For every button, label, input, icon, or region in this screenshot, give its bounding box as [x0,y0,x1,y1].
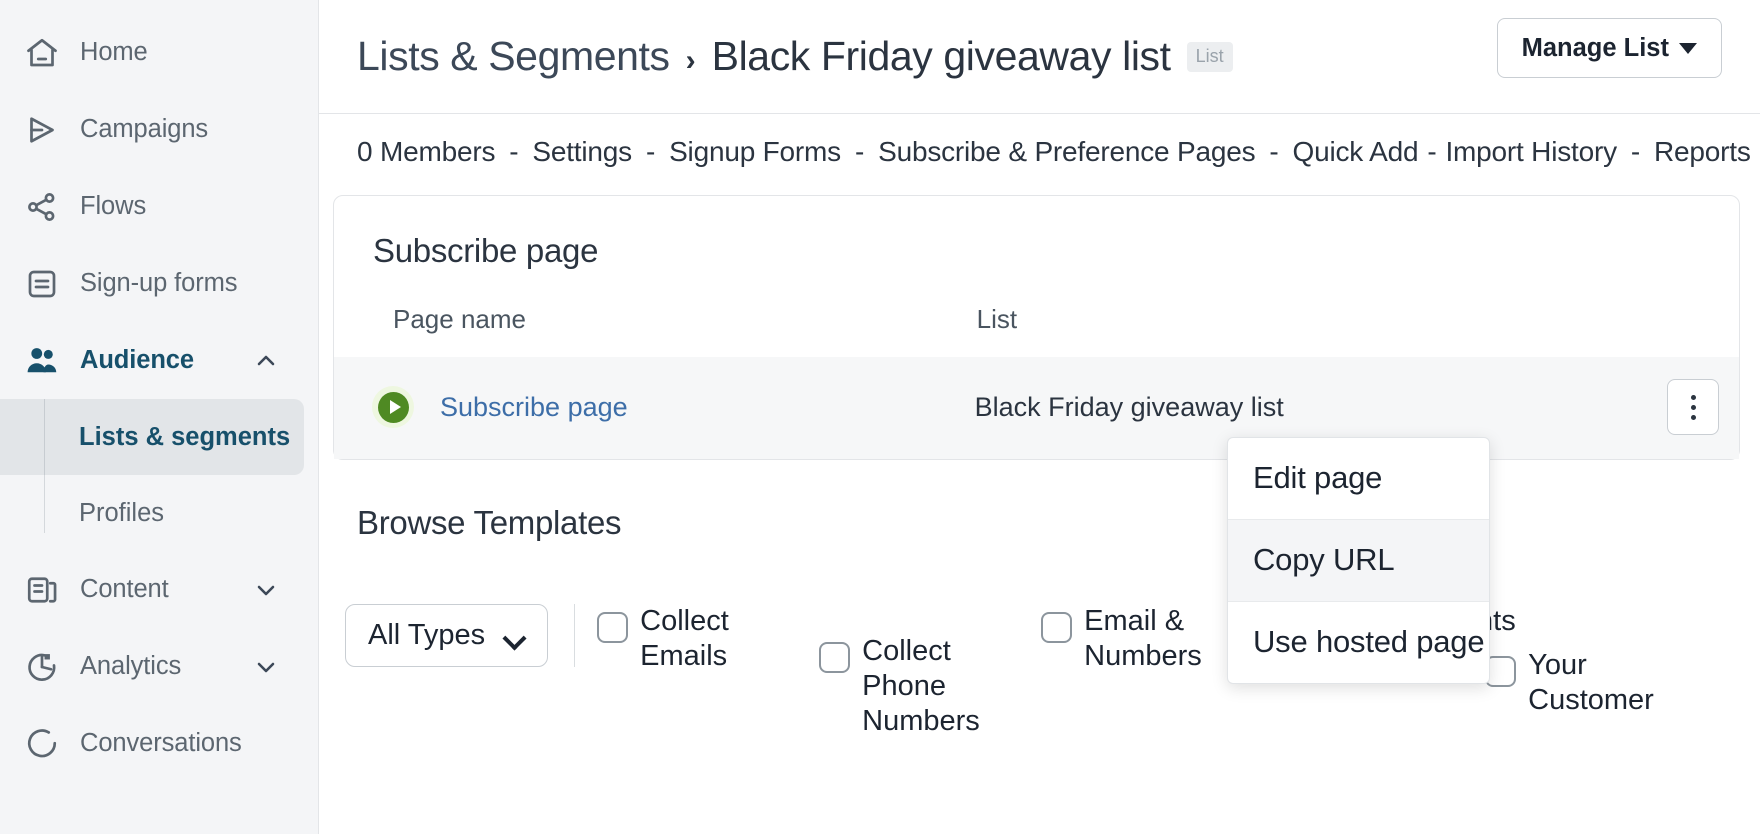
list-subnav: 0 Members - Settings - Signup Forms - Su… [319,114,1760,168]
sidebar-item-label: Content [80,575,169,603]
sidebar-item-label: Conversations [80,729,242,757]
subnav-separator: - [854,136,865,167]
sidebar-item-label: Audience [80,346,194,374]
chevron-down-icon [505,630,525,642]
checkbox-label: Collect Phone Numbers [862,635,980,737]
sidebar-item-profiles[interactable]: Profiles [0,475,318,551]
page-header: Lists & Segments › Black Friday giveaway… [319,0,1760,114]
sidebar-item-home[interactable]: Home [0,14,318,91]
tab-signup-forms[interactable]: Signup Forms [669,136,841,168]
audience-subnav: Lists & segments Profiles [0,399,318,551]
chevron-down-icon [1679,42,1697,54]
subscribe-pages-table: Page name List Subscribe page Black Frid… [334,304,1739,459]
tab-import-history[interactable]: Import History [1445,136,1617,168]
table-row: Subscribe page Black Friday giveaway lis… [334,357,1739,459]
sidebar-subitem-label: Profiles [79,498,165,527]
manage-list-label: Manage List [1521,33,1669,62]
checkbox-box[interactable] [819,642,851,673]
breadcrumb-root-link[interactable]: Lists & Segments [357,33,670,80]
column-header-list: List [976,304,1018,334]
page-name-link[interactable]: Subscribe page [440,392,628,423]
content-document-icon [22,570,62,610]
sidebar-item-analytics[interactable]: Analytics [0,628,318,705]
filter-divider [574,604,576,667]
sidebar-item-signup-forms[interactable]: Sign-up forms [0,245,318,322]
card-title: Subscribe page [373,232,599,269]
template-checkbox-group: Collect Emails Collect Phone Numbers Ema… [597,604,1707,738]
campaigns-send-icon [22,110,62,150]
status-active-play-icon [372,386,414,428]
checkbox-collect-emails[interactable]: Collect Emails [597,604,795,674]
subscribe-page-card: Subscribe page Page name List Subscribe … [333,195,1740,460]
tab-quick-add[interactable]: Quick Add [1293,136,1419,168]
conversations-chat-icon [22,724,62,764]
checkbox-box[interactable] [597,612,629,643]
subnav-separator: - [1630,136,1641,167]
tab-subscribe-preference-pages[interactable]: Subscribe & Preference Pages [878,136,1255,168]
menu-item-use-hosted-page[interactable]: Use hosted page [1228,602,1489,683]
signup-forms-icon [22,264,62,304]
column-header-actions [1649,304,1739,357]
main-content: Lists & Segments › Black Friday giveaway… [319,0,1760,834]
row-actions-context-menu: Edit page Copy URL Use hosted page [1227,437,1490,684]
subnav-separator: - [1427,136,1437,167]
sidebar-item-lists-segments[interactable]: Lists & segments [0,399,304,475]
subnav-separator: - [1269,136,1279,167]
table-body: Subscribe page Black Friday giveaway lis… [334,357,1739,459]
sidebar: Home Campaigns Flows Sign-up forms Audie… [0,0,319,834]
subnav-separator: - [645,136,656,167]
checkbox-label: Your Customer [1528,649,1654,716]
sidebar-item-content[interactable]: Content [0,551,318,628]
sidebar-item-audience[interactable]: Audience [0,322,318,399]
checkbox-label: Email & Numbers [1084,605,1202,672]
manage-list-button[interactable]: Manage List [1496,18,1722,78]
breadcrumb-separator-icon: › [685,44,696,77]
menu-item-copy-url[interactable]: Copy URL [1228,520,1489,601]
sidebar-item-label: Home [80,38,148,66]
home-icon [22,33,62,73]
chevron-down-icon[interactable] [254,655,278,679]
all-types-select[interactable]: All Types [345,604,549,667]
audience-people-icon [22,341,62,381]
breadcrumb: Lists & Segments › Black Friday giveaway… [357,33,1233,80]
table-header: Page name List [334,304,1739,357]
tab-members[interactable]: 0 Members [357,136,495,168]
checkbox-email-and-numbers[interactable]: Email & Numbers [1041,604,1239,674]
sidebar-item-label: Analytics [80,652,182,680]
all-types-label: All Types [368,619,486,651]
page-title: Black Friday giveaway list [711,33,1171,79]
chevron-down-icon[interactable] [254,578,278,602]
subnav-separator: - [509,136,519,167]
column-header-page-name: Page name [393,304,526,334]
status-badge: List [1186,42,1233,72]
cell-page-name: Subscribe page [334,357,975,459]
template-filters: All Types Collect Emails Collect Phone N… [319,542,1760,738]
sidebar-item-label: Flows [80,192,147,220]
analytics-pie-icon [22,647,62,687]
sidebar-item-campaigns[interactable]: Campaigns [0,91,318,168]
menu-item-edit-page[interactable]: Edit page [1228,438,1489,519]
app-root: Home Campaigns Flows Sign-up forms Audie… [0,0,1760,834]
browse-templates-title: Browse Templates [357,504,622,541]
subnav-rail-active [44,399,45,475]
chevron-up-icon[interactable] [254,349,278,373]
tab-reports[interactable]: Reports [1654,136,1751,168]
sidebar-item-label: Campaigns [80,115,209,143]
sidebar-item-flows[interactable]: Flows [0,168,318,245]
row-actions-kebab-button[interactable] [1667,379,1719,435]
sidebar-item-conversations[interactable]: Conversations [0,705,318,782]
tab-settings[interactable]: Settings [532,136,632,168]
cell-actions [1649,357,1739,459]
flows-share-icon [22,187,62,227]
checkbox-box[interactable] [1041,612,1073,643]
sidebar-subitem-label: Lists & segments [79,422,291,451]
sidebar-item-label: Sign-up forms [80,269,238,297]
checkbox-label: Collect Emails [640,605,729,672]
checkbox-your-customer[interactable]: Your Customer [1485,648,1683,718]
checkbox-collect-phone-numbers[interactable]: Collect Phone Numbers [819,634,1017,738]
